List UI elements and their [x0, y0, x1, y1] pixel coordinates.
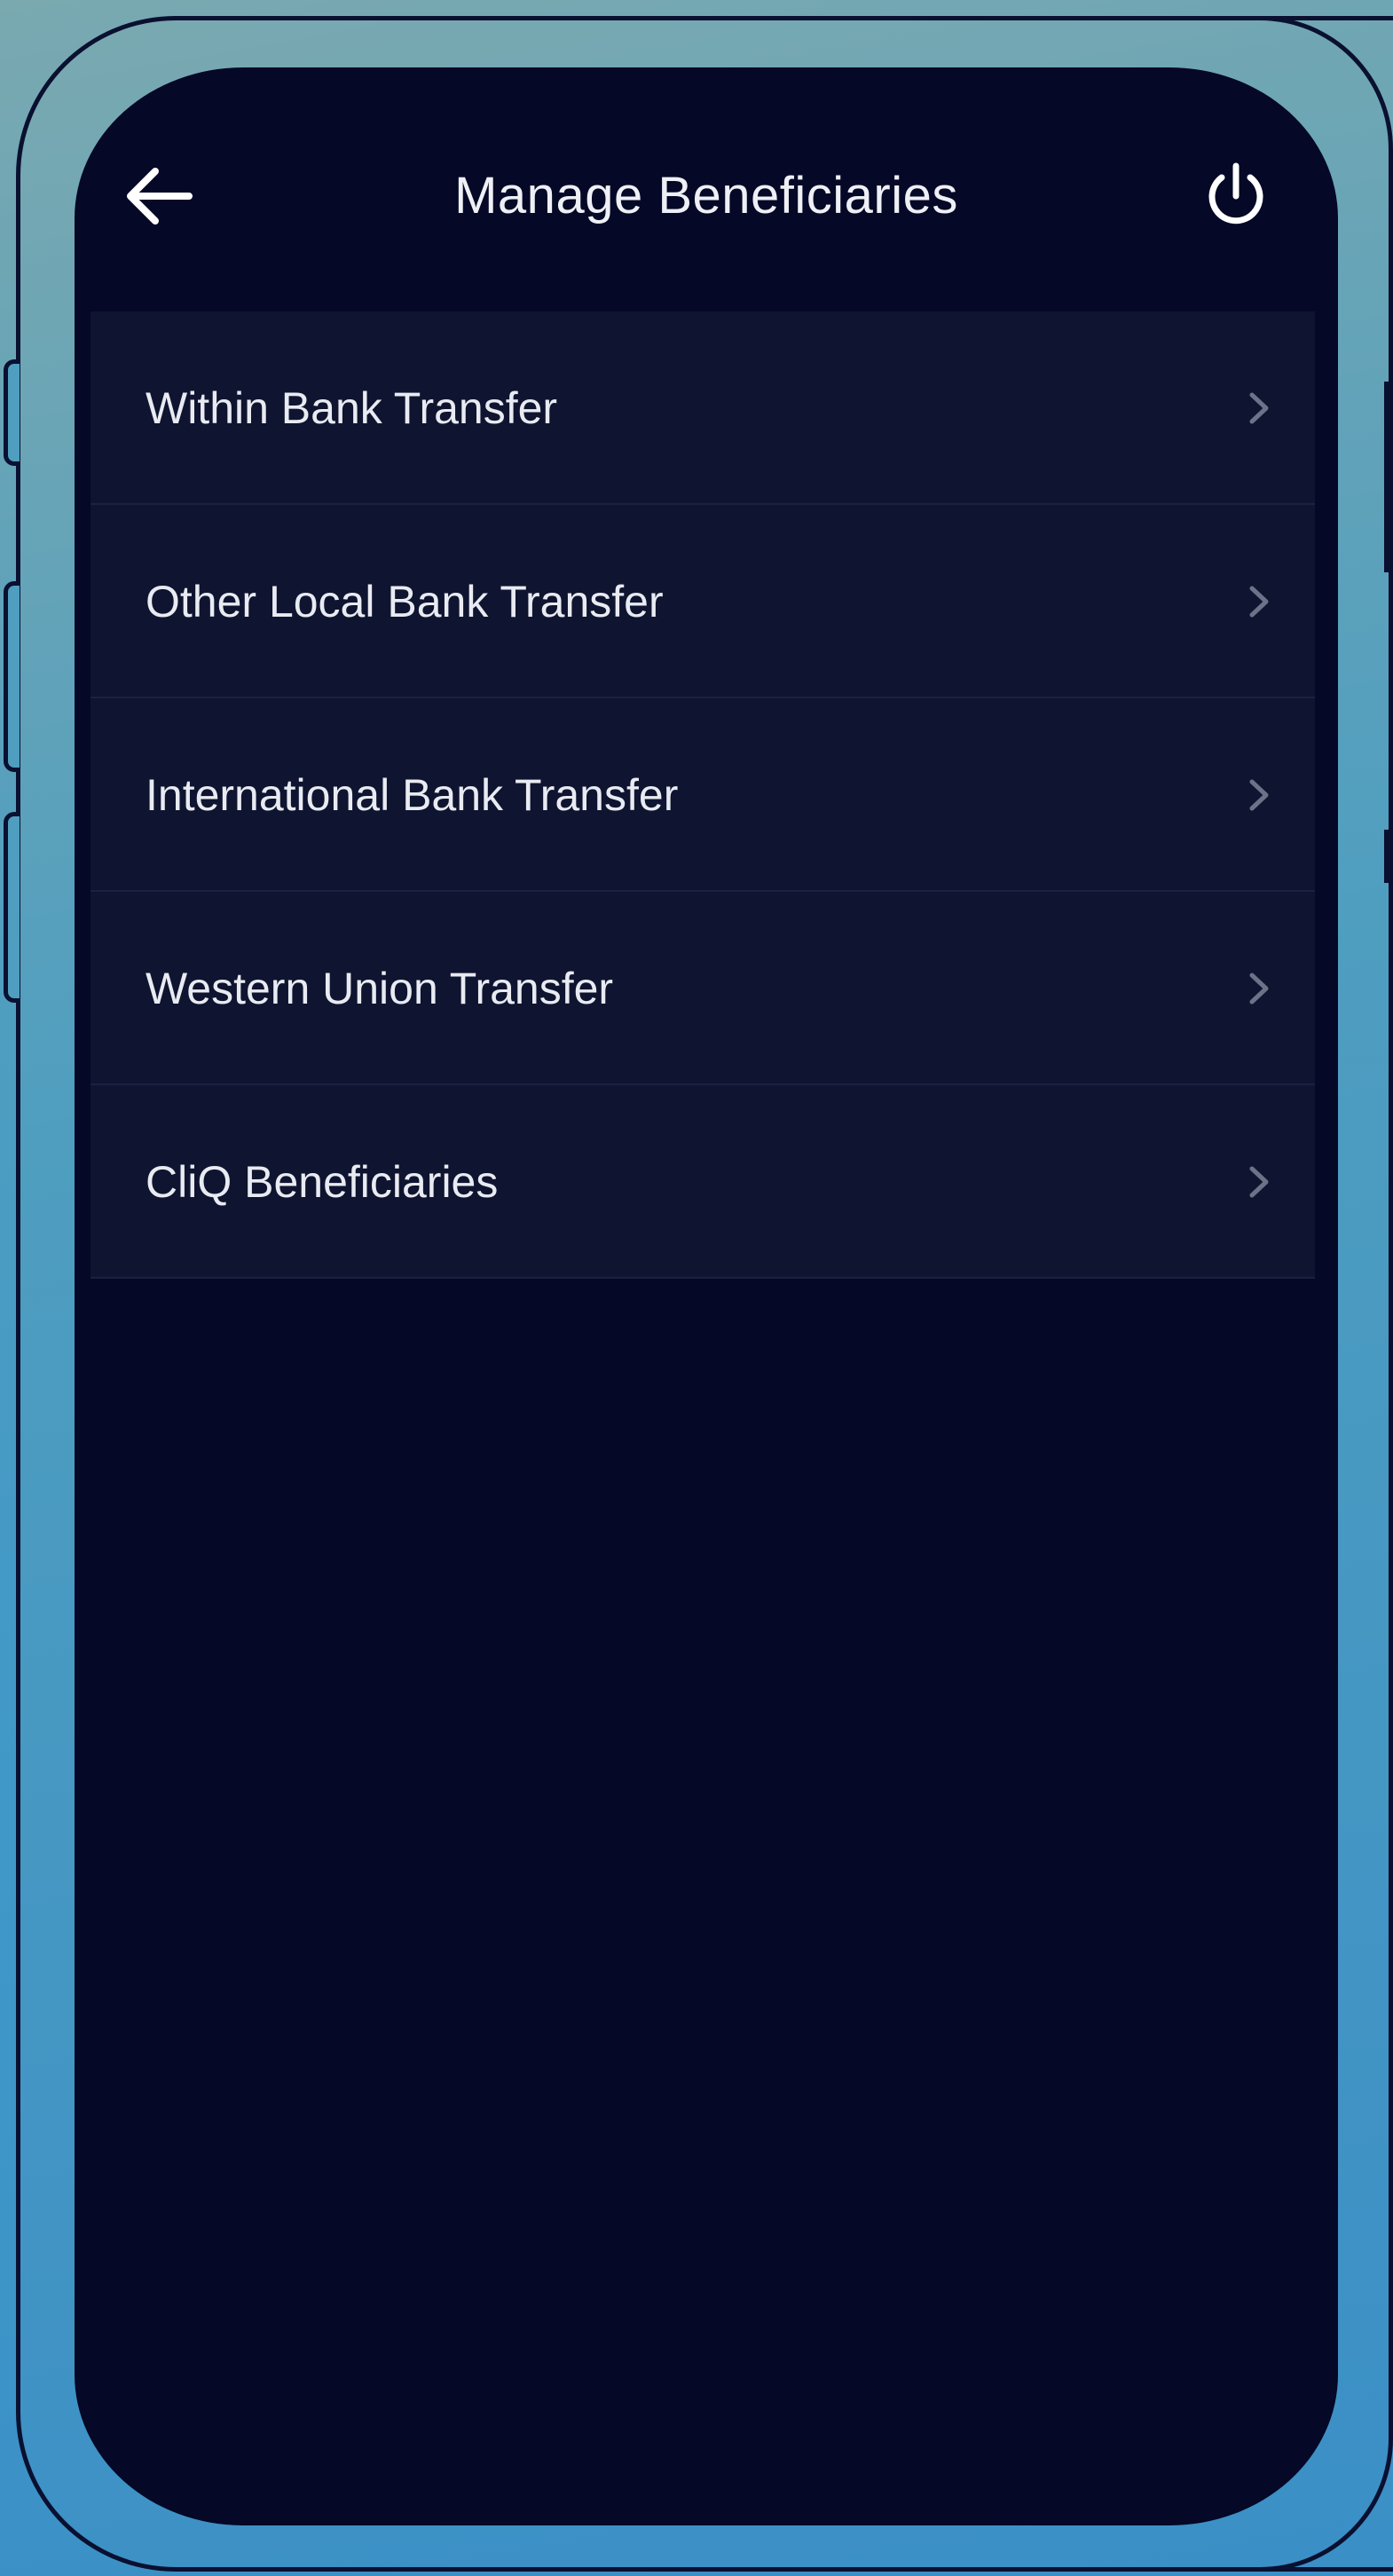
list-item-label: Other Local Bank Transfer — [146, 577, 664, 626]
list-item-cliq-beneficiaries[interactable]: CliQ Beneficiaries — [91, 1085, 1315, 1279]
phone-side-button — [1384, 382, 1393, 572]
logout-button[interactable] — [1196, 156, 1276, 236]
phone-side-button — [4, 812, 20, 1003]
list-item-within-bank-transfer[interactable]: Within Bank Transfer — [91, 311, 1315, 505]
list-item-western-union-transfer[interactable]: Western Union Transfer — [91, 892, 1315, 1085]
list-item-label: CliQ Beneficiaries — [146, 1157, 499, 1207]
list-item-label: Within Bank Transfer — [146, 383, 558, 433]
chevron-right-icon — [1249, 973, 1269, 1004]
phone-side-button — [4, 581, 20, 772]
list-item-other-local-bank-transfer[interactable]: Other Local Bank Transfer — [91, 505, 1315, 698]
beneficiary-category-list: Within Bank Transfer Other Local Bank Tr… — [91, 311, 1315, 1279]
list-item-label: Western Union Transfer — [146, 964, 614, 1013]
app-screen: Manage Beneficiaries Within Bank Transfe… — [75, 67, 1338, 2525]
chevron-right-icon — [1249, 392, 1269, 424]
chevron-right-icon — [1249, 1166, 1269, 1198]
page-title: Manage Beneficiaries — [454, 167, 958, 225]
phone-side-button — [1384, 830, 1393, 883]
header: Manage Beneficiaries — [75, 67, 1338, 325]
phone-side-button — [4, 359, 20, 466]
power-icon — [1208, 162, 1263, 225]
list-item-international-bank-transfer[interactable]: International Bank Transfer — [91, 698, 1315, 892]
list-item-label: International Bank Transfer — [146, 770, 679, 820]
chevron-right-icon — [1249, 779, 1269, 811]
chevron-right-icon — [1249, 586, 1269, 618]
